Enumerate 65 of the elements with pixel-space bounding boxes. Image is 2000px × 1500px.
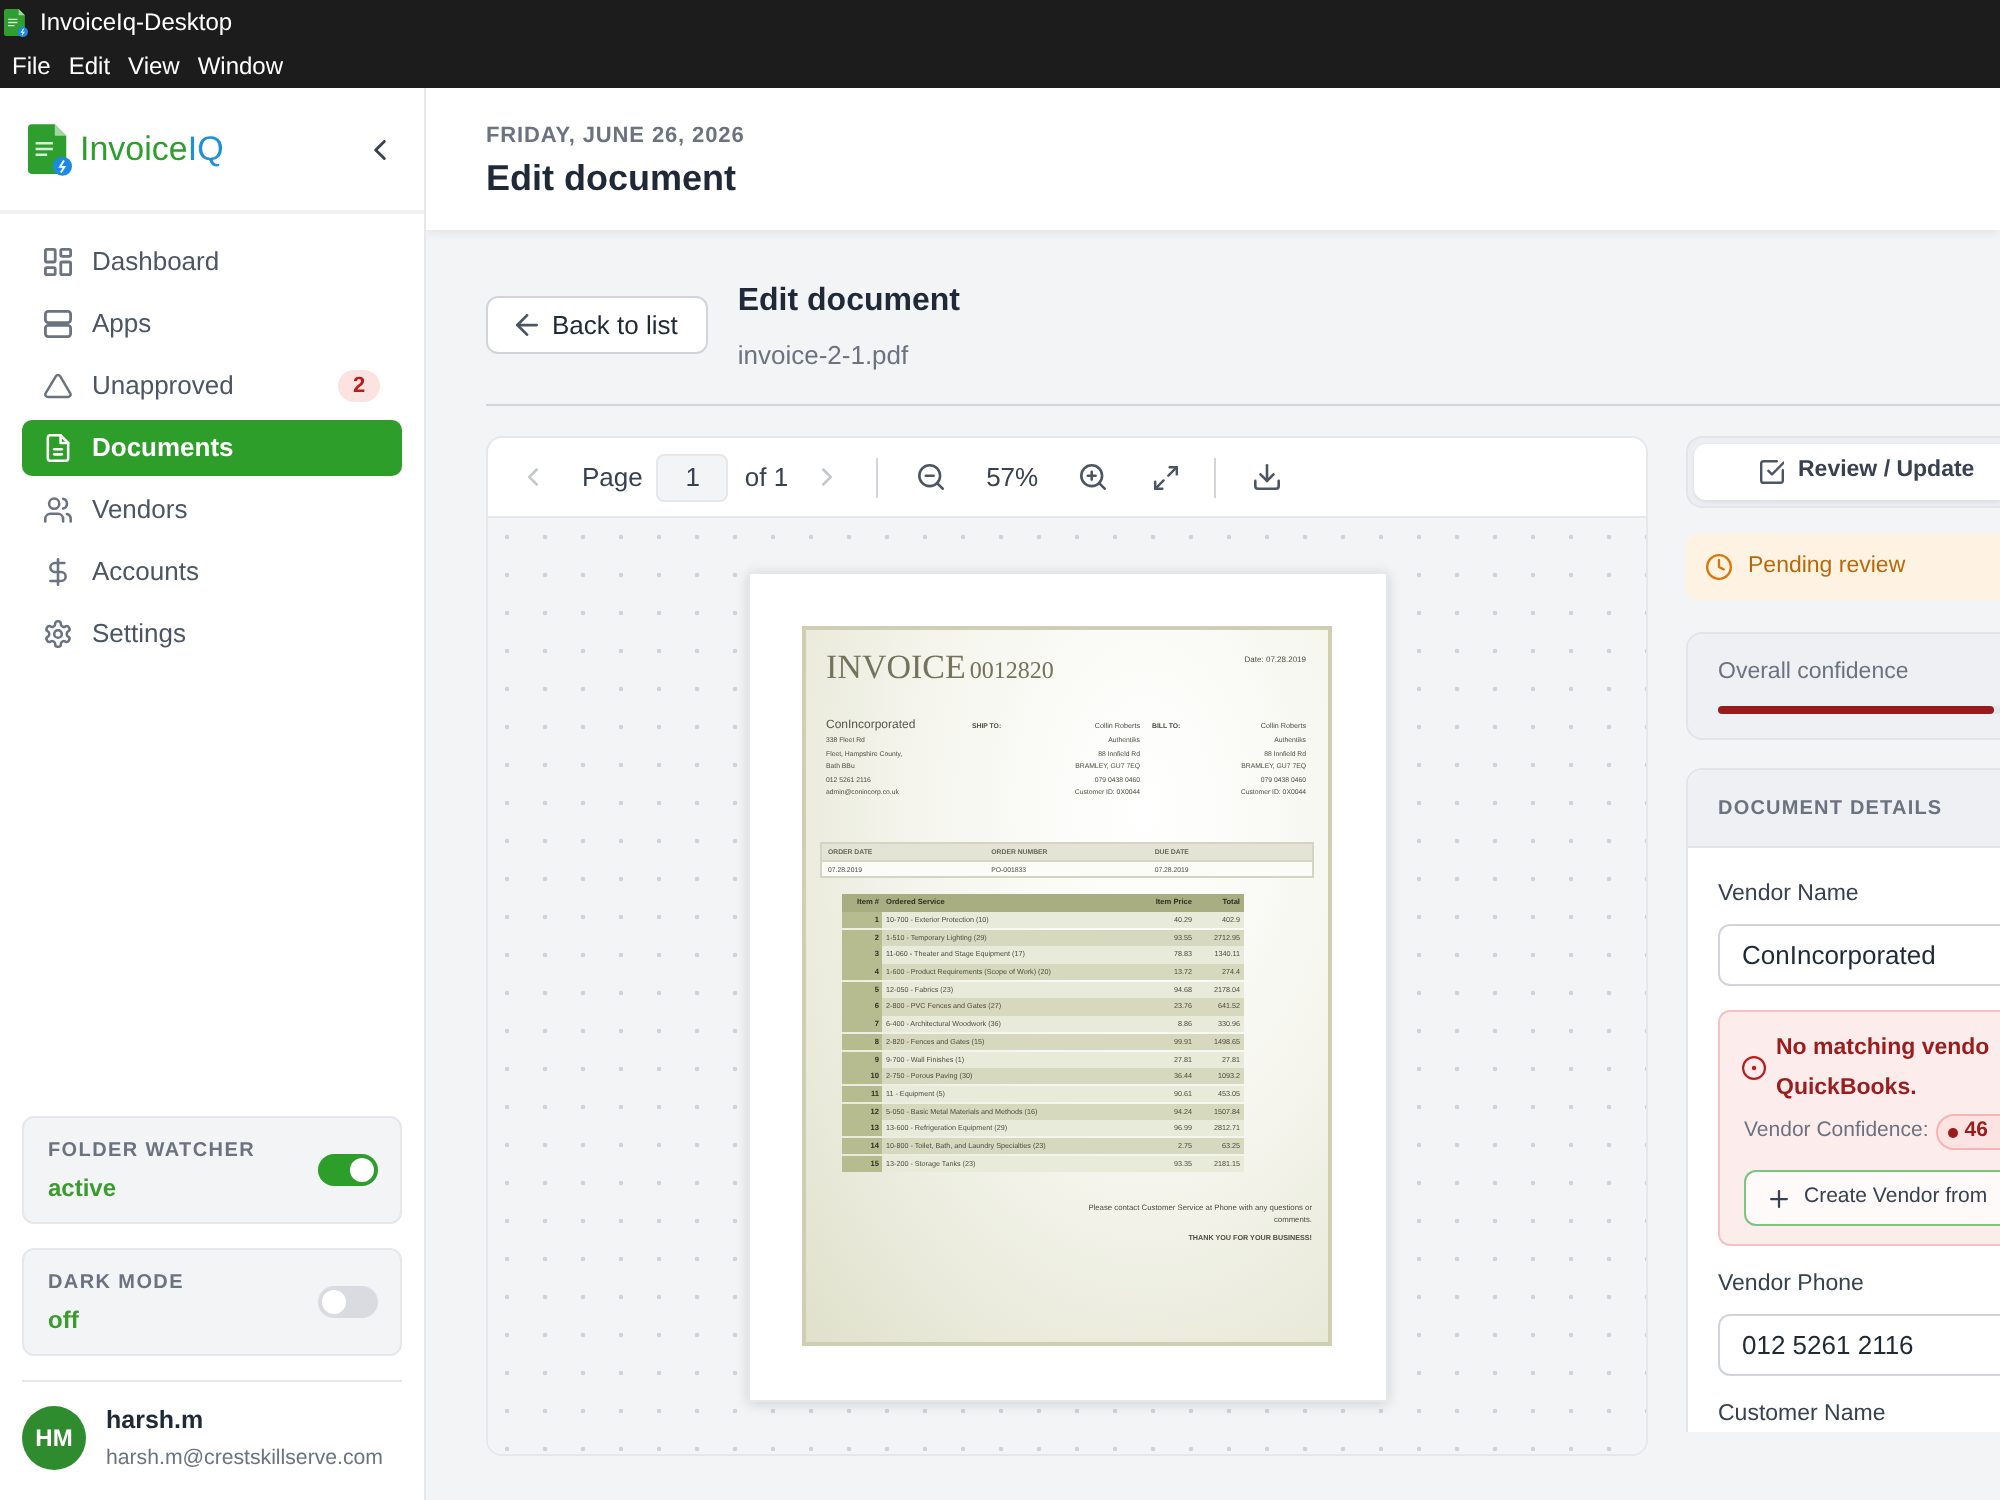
grid-icon [44, 248, 72, 276]
arrow-left-icon [516, 314, 538, 336]
document-title: Edit document [737, 282, 960, 322]
circle-dot-icon [1742, 1056, 1766, 1080]
page-input[interactable]: 1 [656, 453, 729, 501]
window-title: InvoiceIq-Desktop [40, 6, 233, 40]
header-date: FRIDAY, JUNE 26, 2026 [486, 122, 747, 150]
menu-item[interactable]: Edit [68, 48, 111, 84]
user-email: harsh.m@crestskillserve.com [106, 1444, 383, 1472]
page-count: of 1 [744, 459, 789, 496]
warning-icon [44, 372, 72, 400]
status-text: Pending review [1748, 551, 1906, 582]
text-field[interactable]: ConIncorporated [1718, 924, 2000, 986]
settings-icon [44, 620, 72, 648]
logo-icon [28, 123, 72, 175]
setting-status: active [48, 1171, 119, 1203]
zoom-level: 57% [986, 459, 1039, 496]
confidence-label: Vendor Confidence: [1744, 1116, 1929, 1147]
nav-item[interactable]: Settings [22, 606, 402, 662]
field-label: Customer Name [1718, 1400, 1888, 1430]
plus-icon [1770, 1189, 1788, 1207]
avatar: HM [22, 1406, 86, 1470]
menu-item[interactable]: Window [197, 48, 284, 84]
alert-message: No matching vendo QuickBooks. [1776, 1034, 1992, 1104]
back-button[interactable]: Back to list [486, 296, 708, 354]
zoom-out-icon[interactable] [918, 464, 945, 490]
toggle-switch[interactable] [318, 1286, 378, 1318]
clock-icon [1706, 554, 1732, 580]
nav-item[interactable]: Dashboard [22, 234, 402, 290]
review-tab[interactable]: Review / Update [1694, 444, 2000, 500]
download-icon[interactable] [1254, 464, 1281, 490]
app-icon [4, 7, 28, 37]
count-badge: 2 [338, 370, 380, 402]
setting-status: off [48, 1303, 81, 1335]
setting-label: DARK MODE [48, 1269, 184, 1297]
brand-name: InvoiceIQ [80, 127, 224, 171]
page-label: Page [582, 459, 643, 496]
text-field[interactable]: 012 5261 2116 [1718, 1314, 2000, 1376]
check-square-icon [1760, 460, 1784, 484]
user-name: harsh.m [106, 1404, 206, 1436]
field-label: Vendor Name [1718, 880, 1861, 910]
users-icon [44, 496, 72, 524]
nav-item[interactable]: Apps [22, 296, 402, 352]
confidence-label: Overall confidence [1718, 658, 1911, 688]
rows-icon [44, 310, 72, 338]
nav-item[interactable]: Accounts [22, 544, 402, 600]
invoice-title: INVOICE [826, 648, 966, 686]
chevron-left-icon[interactable] [374, 139, 386, 159]
dollar-icon [44, 558, 72, 586]
create-vendor-button[interactable]: Create Vendor from [1744, 1170, 2000, 1226]
file-name: invoice-2-1.pdf [737, 338, 911, 374]
zoom-in-icon[interactable] [1080, 464, 1107, 490]
status-dot-icon [1948, 1127, 1959, 1137]
confidence-value: 46 [1964, 1116, 1988, 1147]
expand-icon[interactable] [1154, 465, 1179, 489]
details-heading: DOCUMENT DETAILS [1718, 795, 1943, 823]
page-title: Edit document [486, 156, 738, 202]
nav-item[interactable]: Vendors [22, 482, 402, 538]
invoice-number: 0012820 [969, 654, 1054, 688]
setting-label: FOLDER WATCHER [48, 1137, 255, 1165]
menu-item[interactable]: View [128, 48, 180, 84]
document-icon [44, 434, 72, 462]
toggle-switch[interactable] [318, 1154, 378, 1186]
field-label: Vendor Phone [1718, 1270, 1866, 1300]
menu-item[interactable]: File [12, 48, 51, 84]
